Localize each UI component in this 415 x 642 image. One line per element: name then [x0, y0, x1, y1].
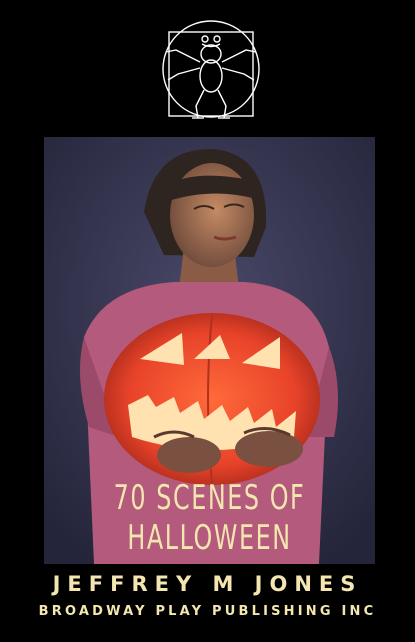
book-title-line1: 70 SCENES OF	[113, 478, 306, 518]
vitruvian-frog-icon	[156, 14, 266, 124]
book-title-line2: HALLOWEEN	[127, 518, 292, 558]
publisher-name: BROADWAY PLAY PUBLISHING INC	[38, 604, 377, 619]
author-name: JEFFREY M JONES	[52, 572, 363, 596]
